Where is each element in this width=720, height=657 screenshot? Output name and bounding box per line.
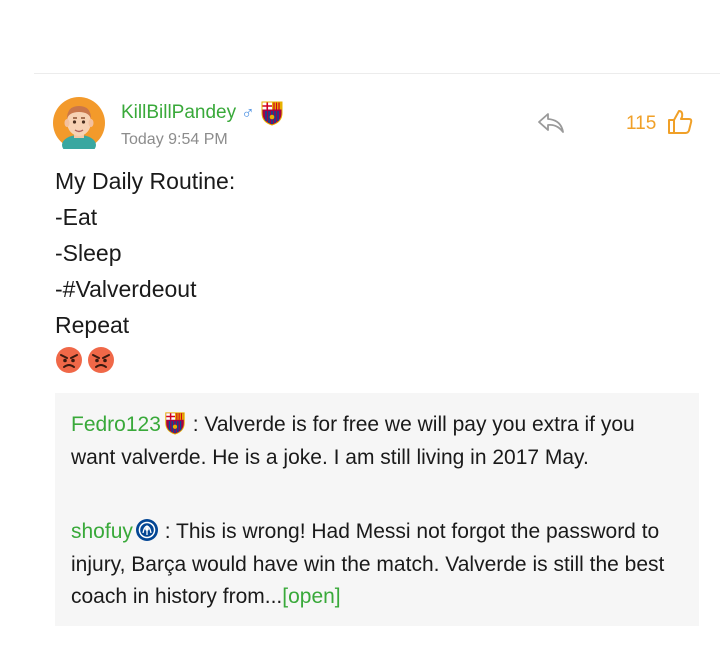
user-avatar[interactable]: [53, 97, 105, 149]
post-line: -Eat: [55, 204, 98, 230]
like-count: 115: [626, 113, 657, 134]
angry-face-icon: [88, 347, 114, 373]
comment-text: : This is wrong! Had Messi not forgot th…: [71, 520, 665, 608]
emoji-row: [55, 346, 115, 374]
open-more-link[interactable]: [open]: [282, 585, 340, 608]
post-line: -Sleep: [55, 240, 122, 266]
barcelona-crest-icon: [165, 412, 185, 435]
post-body: My Daily Routine: -Eat -Sleep -#Valverde…: [55, 163, 235, 343]
post-timestamp: Today 9:54 PM: [121, 131, 228, 148]
post-line: Repeat: [55, 312, 130, 338]
post-author: KillBillPandey ♂: [121, 99, 284, 127]
comment-item: shofuy : This is wrong! Had Messi not fo…: [71, 516, 671, 614]
author-username[interactable]: KillBillPandey: [121, 102, 236, 124]
thumbs-up-icon[interactable]: [666, 108, 694, 136]
chelsea-crest-icon: [135, 519, 158, 541]
comment-username[interactable]: shofuy: [71, 520, 133, 543]
male-gender-icon: ♂: [241, 103, 255, 123]
angry-face-icon: [56, 347, 82, 373]
top-divider: [34, 73, 720, 74]
comment-username[interactable]: Fedro123: [71, 413, 161, 436]
reply-icon[interactable]: [536, 108, 566, 138]
post-line: My Daily Routine:: [55, 168, 236, 194]
comments-panel: Fedro123 : Valverde is for free we will …: [55, 393, 699, 626]
post-line: -#Valverdeout: [55, 276, 197, 302]
comment-item: Fedro123 : Valverde is for free we will …: [71, 409, 671, 474]
barcelona-crest-icon: [261, 101, 283, 126]
